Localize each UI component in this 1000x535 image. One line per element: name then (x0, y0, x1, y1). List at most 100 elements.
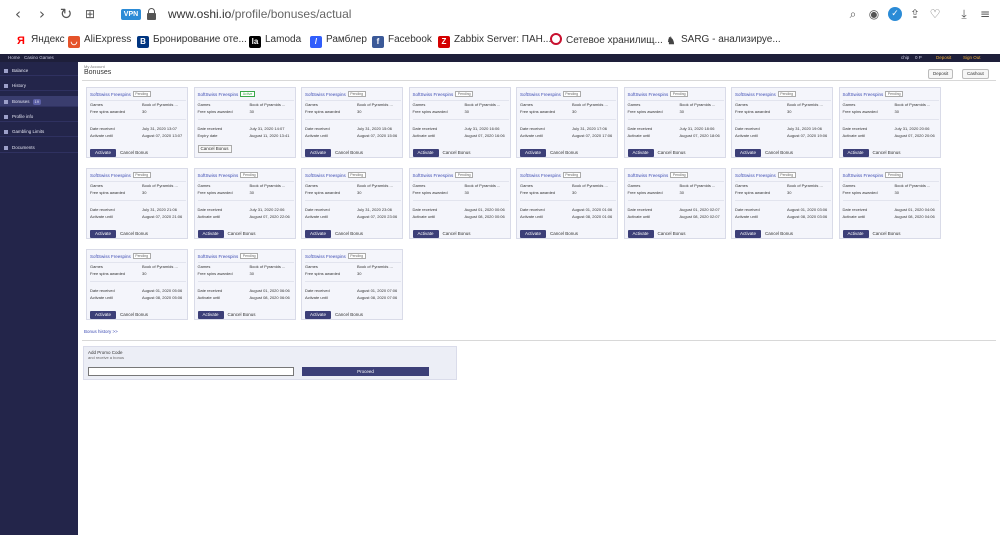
cancel-bonus-link[interactable]: Cancel Bonus (873, 230, 901, 238)
cancel-bonus-link[interactable]: Cancel Bonus (873, 149, 901, 157)
activate-button[interactable]: Activate (90, 311, 116, 319)
sign-out-link[interactable]: Sign Out (963, 54, 981, 62)
bookmark-booking[interactable]: B Бронирование оте... (137, 33, 247, 48)
bonus-title-link[interactable]: SoftSwiss Freespins Pending (90, 253, 151, 259)
activate-button[interactable]: Activate (735, 149, 761, 157)
activate-button[interactable]: Activate (197, 311, 224, 319)
cancel-bonus-link[interactable]: Cancel Bonus (120, 149, 148, 157)
bonus-title-link[interactable]: SoftSwiss Freespins Pending (198, 172, 259, 178)
promo-code-input[interactable] (88, 367, 294, 376)
activate-button[interactable]: Activate (520, 149, 546, 157)
proceed-button[interactable]: Proceed (302, 367, 429, 376)
activate-button[interactable]: Activate (412, 230, 439, 238)
cancel-bonus-link[interactable]: Cancel Bonus (228, 230, 256, 238)
bookmark-rambler[interactable]: / Рамблер (310, 33, 367, 48)
bookmark-storage[interactable]: Сетевое хранилищ... (550, 33, 663, 47)
bonus-title-link[interactable]: SoftSwiss Freespins Pending (198, 253, 259, 259)
card-divider (197, 262, 294, 263)
cancel-bonus-link[interactable]: Cancel Bonus (120, 311, 148, 319)
vpn-badge[interactable]: VPN (121, 9, 141, 20)
home-link[interactable]: Home (8, 54, 20, 62)
back-icon[interactable]: ‹ (10, 6, 26, 22)
sidebar-item-history[interactable]: History (0, 80, 78, 91)
reload-icon[interactable]: ↻ (58, 6, 74, 22)
card-divider (735, 119, 831, 120)
bonus-title-link[interactable]: SoftSwiss Freespins Pending (305, 91, 366, 97)
bonus-title-link[interactable]: SoftSwiss Freespins Pending (413, 172, 474, 178)
bonus-title-link[interactable]: SoftSwiss Freespins Pending (843, 172, 904, 178)
activate-button[interactable]: Activate (305, 311, 331, 319)
activate-button[interactable]: Activate (412, 149, 439, 157)
activate-button[interactable]: Activate (90, 149, 116, 157)
bookmark-zabbix[interactable]: Z Zabbix Server: ПАН... (438, 33, 551, 48)
casino-games-link[interactable]: Casino Games (24, 54, 54, 62)
bookmark-aliexpress[interactable]: ◡ AliExpress (68, 33, 131, 48)
menu-icon[interactable]: ≡ (978, 7, 992, 21)
activate-button[interactable]: Activate (735, 230, 761, 238)
cancel-bonus-button[interactable]: Cancel Bonus (197, 145, 232, 153)
share-icon[interactable]: ⇪ (908, 7, 922, 21)
activate-button[interactable]: Activate (197, 230, 224, 238)
bookmark-facebook[interactable]: f Facebook (372, 33, 432, 48)
activate-button[interactable]: Activate (842, 230, 869, 238)
forward-icon[interactable]: › (34, 6, 50, 22)
bonus-title-link[interactable]: SoftSwiss Freespins Pending (843, 91, 904, 97)
sidebar-item-balance[interactable]: Balance (0, 65, 78, 76)
heart-icon[interactable]: ♡ (928, 7, 942, 21)
cancel-bonus-link[interactable]: Cancel Bonus (335, 311, 363, 319)
bonus-title-link[interactable]: SoftSwiss Freespins Pending (413, 91, 474, 97)
cancel-bonus-link[interactable]: Cancel Bonus (658, 230, 686, 238)
bookmark-lamoda[interactable]: la Lamoda (249, 33, 301, 48)
activate-button[interactable]: Activate (627, 230, 654, 238)
activate-button[interactable]: Activate (842, 149, 869, 157)
activate-button[interactable]: Activate (305, 149, 331, 157)
bonus-title-link[interactable]: SoftSwiss Freespins Pending (305, 253, 366, 259)
sidebar: Balance History Bonuses 19 Profile info G… (0, 62, 78, 535)
sidebar-item-profile[interactable]: Profile info (0, 111, 78, 122)
cancel-bonus-link[interactable]: Cancel Bonus (765, 149, 793, 157)
cancel-bonus-link[interactable]: Cancel Bonus (658, 149, 686, 157)
download-icon[interactable]: ⤓ (957, 7, 971, 21)
bonus-title-link[interactable]: SoftSwiss Freespins Pending (628, 91, 689, 97)
apps-grid-icon[interactable]: ⊞ (82, 6, 98, 22)
activate-button[interactable]: Activate (90, 230, 116, 238)
bonus-title-link[interactable]: SoftSwiss Freespins Pending (520, 91, 581, 97)
cancel-bonus-link[interactable]: Cancel Bonus (550, 230, 578, 238)
header-deposit-link[interactable]: Deposit (936, 54, 951, 62)
sidebar-item-gambling-limits[interactable]: Gambling Limits (0, 126, 78, 137)
deposit-button[interactable]: Deposit (928, 69, 954, 79)
search-icon[interactable]: ⌕ (846, 7, 860, 21)
bonus-title-link[interactable]: SoftSwiss Freespins Pending (735, 172, 796, 178)
bonus-title-link[interactable]: SoftSwiss Freespins Pending (90, 172, 151, 178)
bonus-title-link[interactable]: SoftSwiss Freespins Pending (520, 172, 581, 178)
bonus-title-link[interactable]: SoftSwiss Freespins Active (198, 91, 255, 97)
cancel-bonus-link[interactable]: Cancel Bonus (550, 149, 578, 157)
protect-shield-icon[interactable]: ✓ (888, 7, 902, 21)
card-divider (305, 181, 401, 182)
cancel-bonus-link[interactable]: Cancel Bonus (120, 230, 148, 238)
card-divider (197, 119, 294, 120)
cancel-bonus-link[interactable]: Cancel Bonus (335, 230, 363, 238)
cancel-bonus-link[interactable]: Cancel Bonus (443, 230, 471, 238)
bonus-title-link[interactable]: SoftSwiss Freespins Pending (90, 91, 151, 97)
bonus-title-link[interactable]: SoftSwiss Freespins Pending (305, 172, 366, 178)
activate-button[interactable]: Activate (627, 149, 654, 157)
bonus-title-link[interactable]: SoftSwiss Freespins Pending (628, 172, 689, 178)
bonus-title-link[interactable]: SoftSwiss Freespins Pending (735, 91, 796, 97)
cancel-bonus-link[interactable]: Cancel Bonus (335, 149, 363, 157)
bonus-card: SoftSwiss Freespins Pending Games Book of … (301, 87, 403, 158)
cancel-bonus-link[interactable]: Cancel Bonus (443, 149, 471, 157)
camera-icon[interactable]: ◉ (867, 7, 881, 21)
activate-button[interactable]: Activate (305, 230, 331, 238)
sidebar-item-documents[interactable]: Documents (0, 142, 78, 153)
bonus-history-link[interactable]: Bonus history >> (84, 329, 118, 334)
cancel-bonus-link[interactable]: Cancel Bonus (765, 230, 793, 238)
cashout-button[interactable]: Cashout (962, 69, 989, 79)
address-bar[interactable]: www.oshi.io/profile/bonuses/actual (168, 7, 351, 21)
activate-button[interactable]: Activate (520, 230, 546, 238)
sidebar-item-bonuses[interactable]: Bonuses 19 (0, 96, 78, 107)
cancel-bonus-link[interactable]: Cancel Bonus (228, 311, 256, 319)
user-name[interactable]: chip (901, 54, 909, 62)
bookmark-yandex[interactable]: Я Яндекс (15, 33, 65, 47)
bookmark-sarg[interactable]: ♞ SARG - анализируе... (665, 33, 781, 47)
